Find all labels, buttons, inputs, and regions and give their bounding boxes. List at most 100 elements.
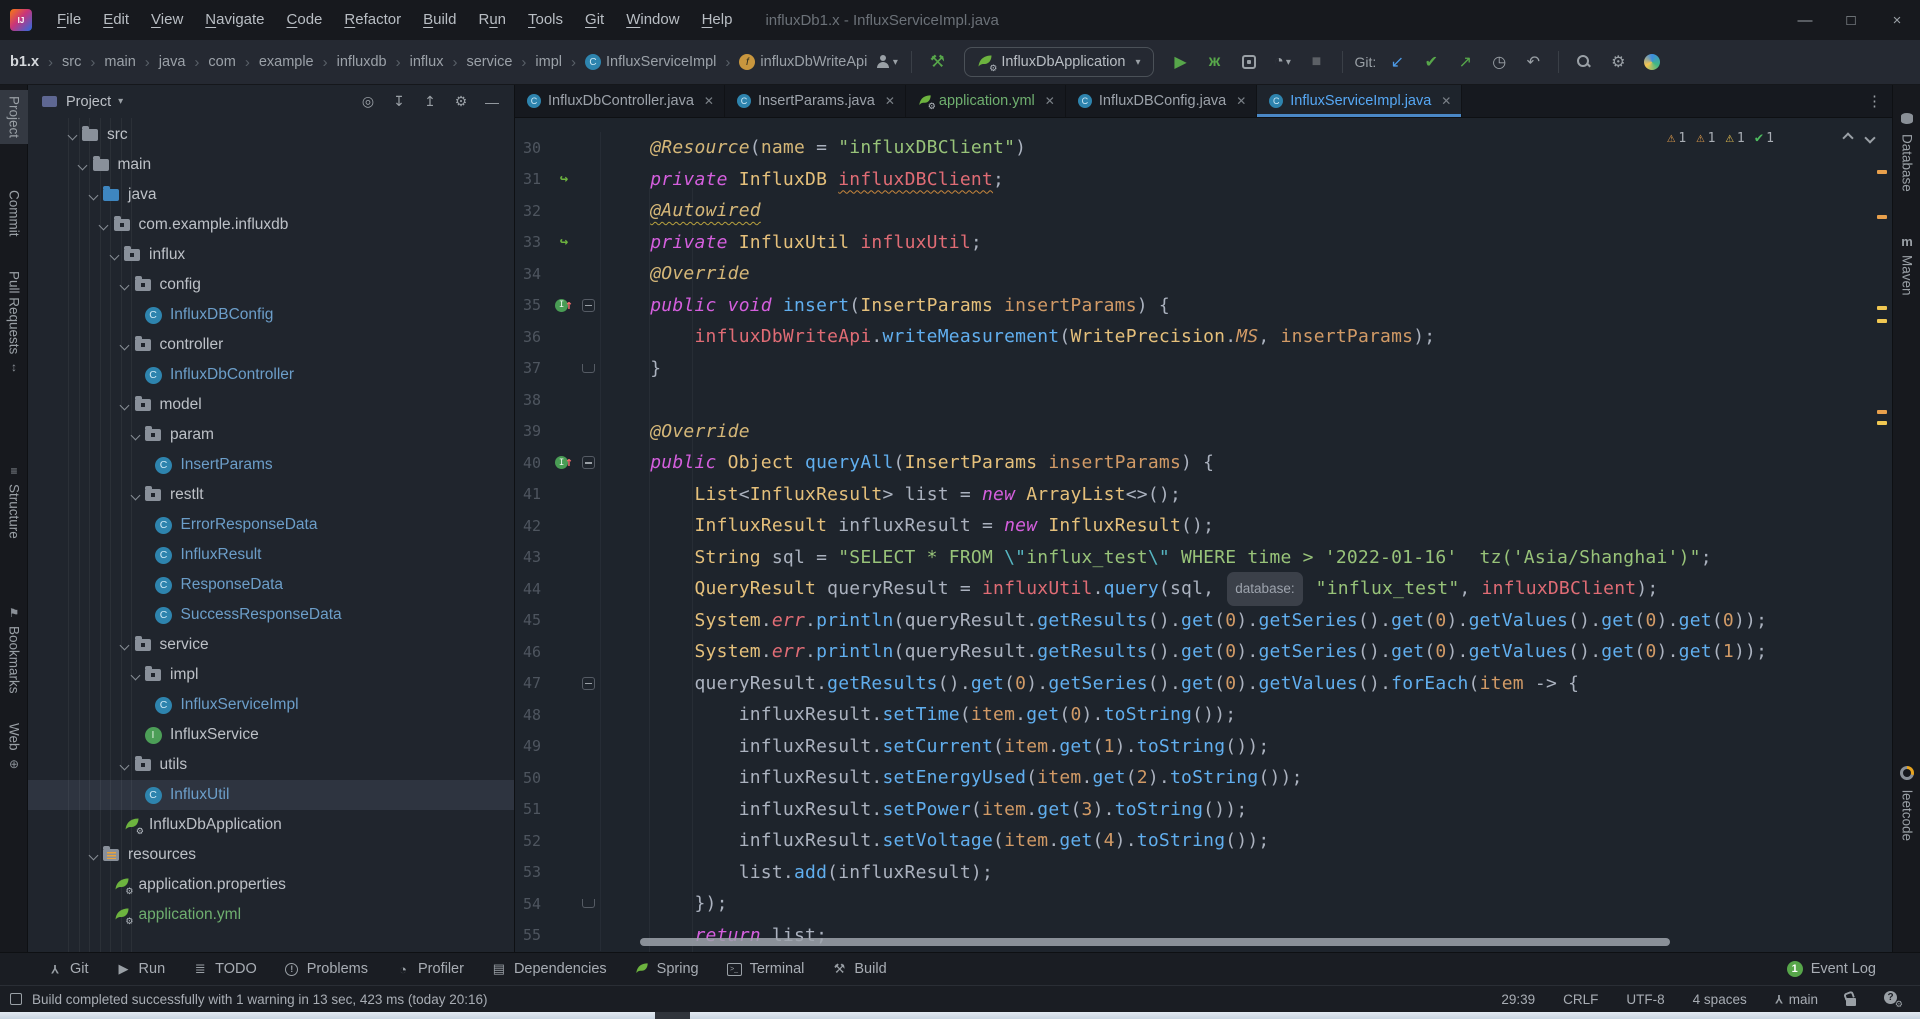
tree-item-InfluxServiceImpl[interactable]: CInfluxServiceImpl — [28, 690, 514, 720]
tool-window-button-build[interactable]: ⚒Build — [832, 961, 886, 977]
tab-InfluxDbController.java[interactable]: CInfluxDbController.java✕ — [515, 85, 725, 117]
menu-build[interactable]: Build — [412, 7, 467, 32]
push-button[interactable]: ↗ — [1452, 49, 1478, 75]
tree-item-src[interactable]: src — [28, 120, 514, 150]
tree-item-ErrorResponseData[interactable]: CErrorResponseData — [28, 510, 514, 540]
menu-window[interactable]: Window — [615, 7, 690, 32]
close-icon[interactable]: ✕ — [1441, 94, 1451, 108]
tool-window-button-pull-requests[interactable]: Pull Requests↕ — [0, 265, 28, 380]
error-stripe-mark[interactable] — [1877, 421, 1887, 425]
menu-file[interactable]: File — [46, 7, 92, 32]
tool-window-button-bookmarks[interactable]: ⚑Bookmarks — [0, 600, 28, 700]
menu-view[interactable]: View — [140, 7, 194, 32]
profiler-button[interactable]: ◔▾ — [1270, 49, 1296, 75]
tree-item-ResponseData[interactable]: CResponseData — [28, 570, 514, 600]
expand-all-button[interactable]: ↧ — [387, 90, 411, 114]
tree-item-com.example.influxdb[interactable]: com.example.influxdb — [28, 210, 514, 240]
layout-icon[interactable] — [10, 993, 22, 1005]
tree-item-InfluxDBConfig[interactable]: CInfluxDBConfig — [28, 300, 514, 330]
git-branch-widget[interactable]: Ymain — [1775, 992, 1818, 1007]
fold-end-icon[interactable] — [582, 899, 595, 908]
menu-edit[interactable]: Edit — [92, 7, 140, 32]
tree-item-service[interactable]: service — [28, 630, 514, 660]
caret-position[interactable]: 29:39 — [1501, 992, 1535, 1007]
tool-window-button-dependencies[interactable]: ▤Dependencies — [492, 961, 607, 977]
readonly-lock-button[interactable] — [1846, 993, 1856, 1006]
tab-application.yml[interactable]: application.yml✕ — [906, 85, 1066, 117]
expanded-chevron-icon[interactable] — [127, 672, 143, 679]
tree-item-InsertParams[interactable]: CInsertParams — [28, 450, 514, 480]
history-button[interactable]: ◷ — [1486, 49, 1512, 75]
notifications-button[interactable] — [1884, 991, 1902, 1007]
tree-item-model[interactable]: model — [28, 390, 514, 420]
tool-window-button-database[interactable]: Database — [1893, 107, 1920, 198]
tool-window-button-commit[interactable]: Commit — [0, 184, 28, 243]
breadcrumb-item[interactable]: main — [102, 52, 137, 72]
close-button[interactable]: × — [1874, 0, 1920, 40]
breadcrumb-item[interactable]: b1.x — [8, 52, 41, 72]
indent-setting[interactable]: 4 spaces — [1693, 992, 1747, 1007]
breadcrumb-item[interactable]: finfluxDbWriteApi — [737, 52, 869, 72]
menu-run[interactable]: Run — [467, 7, 517, 32]
event-log-button[interactable]: 1Event Log — [1787, 961, 1876, 977]
tool-window-button-maven[interactable]: mMaven — [1893, 228, 1920, 302]
inspection-count[interactable]: ✔1 — [1755, 130, 1774, 146]
tree-item-InfluxResult[interactable]: CInfluxResult — [28, 540, 514, 570]
breadcrumb-item[interactable]: java — [157, 52, 188, 72]
close-icon[interactable]: ✕ — [1236, 94, 1246, 108]
expanded-chevron-icon[interactable] — [127, 432, 143, 439]
inspection-count[interactable]: ⚠1 — [1696, 130, 1715, 146]
breadcrumb-item[interactable]: influx — [408, 52, 446, 72]
rollback-button[interactable]: ↶ — [1520, 49, 1546, 75]
tool-window-button-git[interactable]: YGit — [48, 961, 89, 977]
breadcrumb-item[interactable]: com — [206, 52, 237, 72]
tree-item-InfluxDbApplication[interactable]: InfluxDbApplication — [28, 810, 514, 840]
menu-navigate[interactable]: Navigate — [194, 7, 275, 32]
debug-button[interactable]: ж — [1202, 49, 1228, 75]
tree-item-InfluxService[interactable]: IInfluxService — [28, 720, 514, 750]
inspection-count[interactable]: ⚠1 — [1667, 130, 1686, 146]
settings-button[interactable]: ⚙ — [449, 90, 473, 114]
menu-code[interactable]: Code — [276, 7, 334, 32]
maximize-button[interactable]: □ — [1828, 0, 1874, 40]
tool-window-button-spring[interactable]: Spring — [635, 961, 699, 977]
breadcrumb-item[interactable]: impl — [533, 52, 564, 72]
error-stripe-mark[interactable] — [1877, 170, 1887, 174]
tab-InsertParams.java[interactable]: CInsertParams.java✕ — [725, 85, 906, 117]
tree-item-resources[interactable]: resources — [28, 840, 514, 870]
tool-window-button-problems[interactable]: !Problems — [285, 961, 368, 977]
menu-help[interactable]: Help — [691, 7, 744, 32]
tree-item-utils[interactable]: utils — [28, 750, 514, 780]
commit-button[interactable]: ✔ — [1418, 49, 1444, 75]
hidden-tabs-button[interactable]: ⋮ — [1857, 85, 1892, 117]
menu-tools[interactable]: Tools — [517, 7, 574, 32]
tab-InfluxDBConfig.java[interactable]: CInfluxDBConfig.java✕ — [1066, 85, 1257, 117]
tree-item-InfluxDbController[interactable]: CInfluxDbController — [28, 360, 514, 390]
run-button[interactable]: ▶ — [1168, 49, 1194, 75]
breadcrumb-item[interactable]: service — [464, 52, 514, 72]
editor[interactable]: 30 @Resource(name = "influxDBClient")31↪… — [515, 118, 1892, 952]
tree-item-config[interactable]: config — [28, 270, 514, 300]
tool-window-button-structure[interactable]: ≡Structure — [0, 458, 28, 545]
tool-window-button-leetcode[interactable]: leetcode — [1893, 756, 1920, 847]
tree-item-param[interactable]: param — [28, 420, 514, 450]
tree-item-application.properties[interactable]: application.properties — [28, 870, 514, 900]
inspection-count[interactable]: ⚠1 — [1725, 130, 1744, 146]
tool-window-button-run[interactable]: ▶Run — [117, 961, 166, 977]
tool-window-button-profiler[interactable]: ◔Profiler — [396, 961, 464, 977]
close-icon[interactable]: ✕ — [704, 94, 714, 108]
ide-plugin-sphere-button[interactable] — [1639, 49, 1665, 75]
breadcrumb-item[interactable]: CInfluxServiceImpl — [583, 52, 718, 72]
breadcrumb-item[interactable]: src — [60, 52, 83, 72]
update-project-button[interactable]: ↙ — [1384, 49, 1410, 75]
spring-bean-icon[interactable]: ↪ — [560, 171, 568, 187]
encoding[interactable]: UTF-8 — [1626, 992, 1664, 1007]
locate-button[interactable]: ◎ — [356, 90, 380, 114]
line-ending[interactable]: CRLF — [1563, 992, 1598, 1007]
fold-collapse-icon[interactable] — [582, 677, 595, 690]
menu-git[interactable]: Git — [574, 7, 615, 32]
breadcrumb-item[interactable]: example — [257, 52, 316, 72]
tree-item-main[interactable]: main — [28, 150, 514, 180]
tree-item-influx[interactable]: influx — [28, 240, 514, 270]
error-stripe-mark[interactable] — [1877, 215, 1887, 219]
